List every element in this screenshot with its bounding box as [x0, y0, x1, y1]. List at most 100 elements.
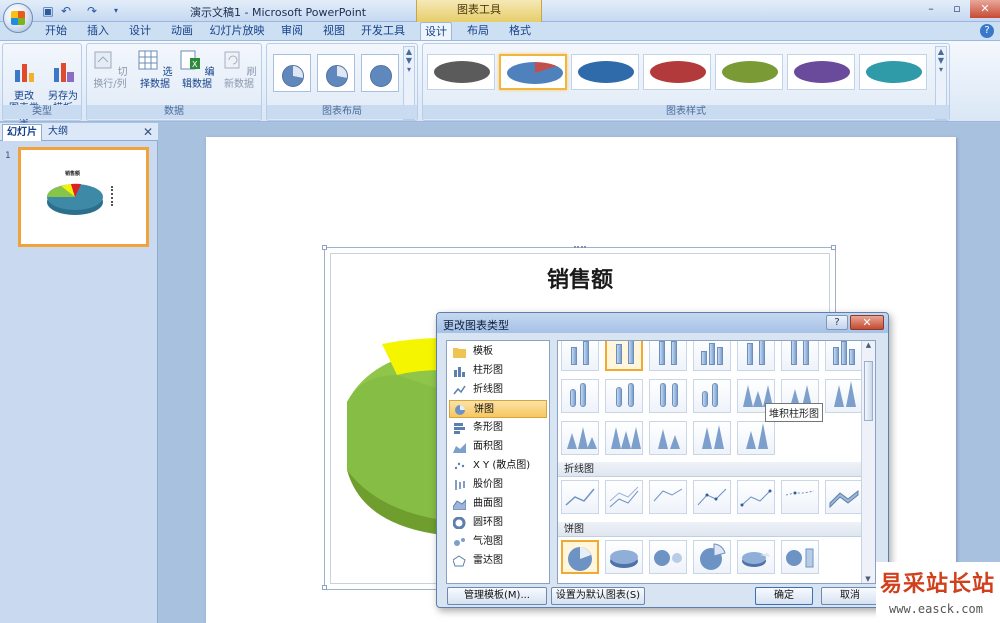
- subtype-pie-3d[interactable]: [605, 540, 643, 574]
- move-handle[interactable]: [574, 246, 586, 249]
- type-column[interactable]: 柱形图: [449, 362, 547, 380]
- redo-icon[interactable]: ↷: [84, 3, 100, 19]
- dialog-close-button[interactable]: ✕: [850, 315, 884, 330]
- subtype-line-marker-1[interactable]: [693, 480, 731, 514]
- bubble-chart-icon: [454, 538, 465, 546]
- gallery-scroll-thumb[interactable]: [864, 361, 873, 421]
- subtype-column-1[interactable]: [561, 341, 599, 371]
- ok-button[interactable]: 确定: [755, 587, 813, 605]
- help-icon[interactable]: ?: [980, 24, 994, 38]
- style-swatch: [434, 61, 490, 83]
- slide-thumbnail[interactable]: 销售额: [18, 147, 149, 247]
- pie-of-pie-icon: [654, 550, 682, 566]
- tab-slides[interactable]: 幻灯片: [2, 124, 42, 141]
- set-default-chart-button[interactable]: 设置为默认图表(S): [551, 587, 645, 605]
- subtype-cylinder-2[interactable]: [605, 379, 643, 413]
- resize-handle[interactable]: [322, 585, 327, 590]
- type-surface[interactable]: 曲面图: [449, 495, 547, 513]
- subtype-line-2[interactable]: [605, 480, 643, 514]
- subtype-line-marker-3[interactable]: [781, 480, 819, 514]
- refresh-data-button[interactable]: 刷新数据: [219, 48, 259, 91]
- chart-style-6[interactable]: [787, 54, 855, 90]
- save-icon[interactable]: ▣: [40, 3, 56, 19]
- tab-home[interactable]: 开始: [40, 22, 72, 40]
- tab-developer[interactable]: 开发工具: [360, 22, 406, 40]
- chart-style-7[interactable]: [859, 54, 927, 90]
- chart-style-3[interactable]: [571, 54, 639, 90]
- tab-outline[interactable]: 大纲: [44, 124, 72, 141]
- subtype-column-3[interactable]: [649, 341, 687, 371]
- subtype-line-1[interactable]: [561, 480, 599, 514]
- subtype-cone-3[interactable]: [825, 379, 863, 413]
- style-swatch: [722, 61, 778, 83]
- subtype-cylinder-3[interactable]: [649, 379, 687, 413]
- type-bubble[interactable]: 气泡图: [449, 533, 547, 551]
- qat-customize-icon[interactable]: ▾: [108, 3, 124, 19]
- subtype-pyramid-2[interactable]: [605, 421, 643, 455]
- chart-style-4[interactable]: [643, 54, 711, 90]
- subtype-line-marker-2[interactable]: [737, 480, 775, 514]
- office-button[interactable]: [3, 3, 33, 33]
- subtype-exploded-pie-3d[interactable]: [737, 540, 775, 574]
- chart-layout-1[interactable]: [273, 54, 311, 92]
- subtype-column-4[interactable]: [693, 341, 731, 371]
- undo-icon[interactable]: ↶: [58, 3, 74, 19]
- tab-animation[interactable]: 动画: [166, 22, 198, 40]
- resize-handle[interactable]: [322, 245, 327, 250]
- chart-layout-2[interactable]: [317, 54, 355, 92]
- tab-design-main[interactable]: 设计: [124, 22, 156, 40]
- subtype-exploded-pie[interactable]: [693, 540, 731, 574]
- subtype-pie[interactable]: [561, 540, 599, 574]
- pane-close-icon[interactable]: ✕: [143, 125, 153, 139]
- minimize-button[interactable]: –: [918, 0, 944, 18]
- subtype-column-6[interactable]: [781, 341, 819, 371]
- type-scatter[interactable]: X Y (散点图): [449, 457, 547, 475]
- subtype-stacked-column[interactable]: [605, 341, 643, 371]
- gallery-scrollbar[interactable]: ▲ ▼: [861, 341, 875, 583]
- tab-chart-layout[interactable]: 布局: [462, 22, 494, 40]
- edit-data-button[interactable]: X 编辑数据: [177, 48, 217, 91]
- type-pie[interactable]: 饼图: [449, 400, 547, 418]
- type-line[interactable]: 折线图: [449, 381, 547, 399]
- pie-chart[interactable]: [342, 330, 442, 560]
- manage-templates-button[interactable]: 管理模板(M)...: [447, 587, 547, 605]
- dialog-help-button[interactable]: ?: [826, 315, 848, 330]
- resize-handle[interactable]: [831, 245, 836, 250]
- select-data-button[interactable]: 选择数据: [135, 48, 175, 91]
- subtype-cylinder-1[interactable]: [561, 379, 599, 413]
- chart-layout-3[interactable]: [361, 54, 399, 92]
- subtype-cylinder-4[interactable]: [693, 379, 731, 413]
- chart-title[interactable]: 销售额: [530, 262, 630, 294]
- subtype-pyramid-4[interactable]: [693, 421, 731, 455]
- switch-row-col-button[interactable]: 切换行/列: [89, 48, 131, 91]
- maximize-button[interactable]: ▫: [944, 0, 970, 18]
- cancel-button[interactable]: 取消: [821, 587, 879, 605]
- tab-review[interactable]: 审阅: [276, 22, 308, 40]
- subtype-pie-of-pie[interactable]: [649, 540, 687, 574]
- type-stock[interactable]: 股价图: [449, 476, 547, 494]
- subtype-line-3[interactable]: [649, 480, 687, 514]
- subtype-bar-of-pie[interactable]: [781, 540, 819, 574]
- type-doughnut[interactable]: 圆环图: [449, 514, 547, 532]
- subtype-pyramid-5[interactable]: [737, 421, 775, 455]
- tab-chart-format[interactable]: 格式: [504, 22, 536, 40]
- tab-slideshow[interactable]: 幻灯片放映: [208, 22, 266, 40]
- subtype-pyramid-3[interactable]: [649, 421, 687, 455]
- type-area[interactable]: 面积图: [449, 438, 547, 456]
- select-data-icon: [138, 50, 158, 70]
- close-window-button[interactable]: ✕: [970, 0, 1000, 18]
- chart-style-2[interactable]: [499, 54, 567, 90]
- subtype-line-3d[interactable]: [825, 480, 863, 514]
- tab-insert[interactable]: 插入: [82, 22, 114, 40]
- chart-style-5[interactable]: [715, 54, 783, 90]
- tab-chart-design[interactable]: 设计: [420, 22, 452, 41]
- chart-style-1[interactable]: [427, 54, 495, 90]
- svg-text:X: X: [192, 60, 198, 69]
- subtype-column-5[interactable]: [737, 341, 775, 371]
- type-template[interactable]: 模板: [449, 343, 547, 361]
- tab-view[interactable]: 视图: [318, 22, 350, 40]
- subtype-pyramid-1[interactable]: [561, 421, 599, 455]
- subtype-column-7[interactable]: [825, 341, 863, 371]
- type-radar[interactable]: 雷达图: [449, 552, 547, 570]
- type-bar[interactable]: 条形图: [449, 419, 547, 437]
